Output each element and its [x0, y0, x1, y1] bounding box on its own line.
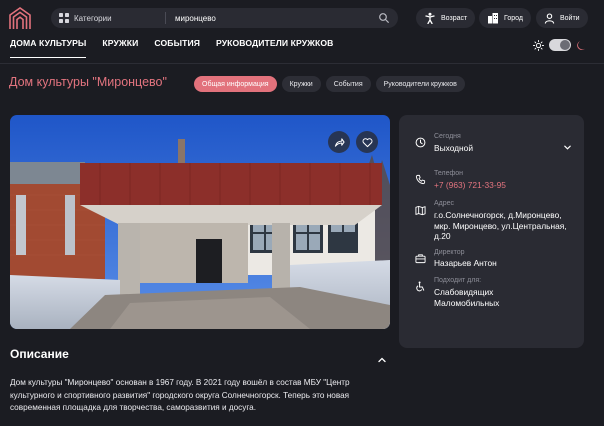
nav-item-events[interactable]: СОБЫТИЯ: [154, 38, 200, 54]
director-label: Директор: [434, 249, 465, 256]
page-title: Дом культуры "Миронцево": [9, 75, 167, 89]
moon-icon: [577, 40, 586, 50]
briefcase-icon: [415, 254, 426, 264]
info-card: Сегодня Выходной Телефон +7 (963) 721-33…: [399, 115, 584, 348]
city-button[interactable]: Город: [479, 8, 531, 28]
sun-icon: [533, 39, 544, 51]
section-tabs: Общая информация Кружки События Руководи…: [194, 76, 465, 92]
share-button[interactable]: [328, 131, 350, 153]
theme-toggle[interactable]: [549, 39, 571, 51]
wheelchair-icon: [416, 281, 425, 292]
chevron-up-icon[interactable]: [377, 355, 387, 365]
categories-button[interactable]: Категории: [59, 12, 112, 24]
description-title: Описание: [10, 347, 69, 361]
phone-label: Телефон: [434, 170, 464, 177]
accessibility-label: Подходит для:: [434, 277, 482, 284]
clock-icon: [415, 137, 426, 148]
address-value: г.о.Солнечногорск, д.Миронцево, мкр. Мир…: [434, 210, 567, 241]
search-bar: Категории: [51, 8, 398, 28]
logo-icon[interactable]: [8, 6, 32, 30]
description-text: Дом культуры "Миронцево" основан в 1967 …: [10, 378, 350, 413]
nav-item-club-leaders[interactable]: РУКОВОДИТЕЛИ КРУЖКОВ: [216, 38, 333, 54]
schedule-value: Выходной: [434, 143, 474, 153]
tab-events[interactable]: События: [325, 76, 371, 92]
search-divider: [165, 12, 166, 24]
heart-icon: [362, 137, 372, 147]
city-label: Город: [504, 14, 523, 22]
chevron-down-icon[interactable]: [563, 143, 572, 152]
schedule-label: Сегодня: [434, 133, 461, 140]
director-value: Назарьев Антон: [434, 258, 497, 268]
city-icon: [488, 13, 498, 24]
address-label: Адрес: [434, 200, 455, 207]
user-icon: [544, 12, 555, 24]
age-button[interactable]: Возраст: [416, 8, 476, 28]
phone-link[interactable]: +7 (963) 721-33-95: [434, 180, 574, 191]
theme-switch: [533, 39, 587, 51]
nav-item-culture-houses[interactable]: ДОМА КУЛЬТУРЫ: [10, 38, 87, 58]
search-icon[interactable]: [378, 12, 390, 24]
tab-club-leaders[interactable]: Руководители кружков: [375, 76, 465, 92]
favorite-button[interactable]: [356, 131, 378, 153]
child-icon: [425, 12, 435, 24]
map-icon: [415, 205, 426, 216]
categories-label: Категории: [74, 13, 112, 23]
tab-clubs[interactable]: Кружки: [281, 76, 321, 92]
phone-icon: [415, 174, 426, 185]
login-label: Войти: [560, 14, 580, 22]
tab-general-info[interactable]: Общая информация: [194, 76, 277, 92]
top-bar: Категории Возраст Город Войти: [0, 0, 604, 36]
search-input[interactable]: [175, 11, 375, 25]
age-label: Возраст: [441, 14, 468, 22]
accessibility-value: Слабовидящих Маломобильных: [434, 287, 500, 308]
grid-icon: [59, 13, 69, 23]
login-button[interactable]: Войти: [536, 8, 588, 28]
share-icon: [334, 137, 345, 147]
main-nav: ДОМА КУЛЬТУРЫ КРУЖКИ СОБЫТИЯ РУКОВОДИТЕЛ…: [10, 38, 333, 58]
nav-item-clubs[interactable]: КРУЖКИ: [102, 38, 138, 54]
header-divider: [0, 63, 604, 64]
